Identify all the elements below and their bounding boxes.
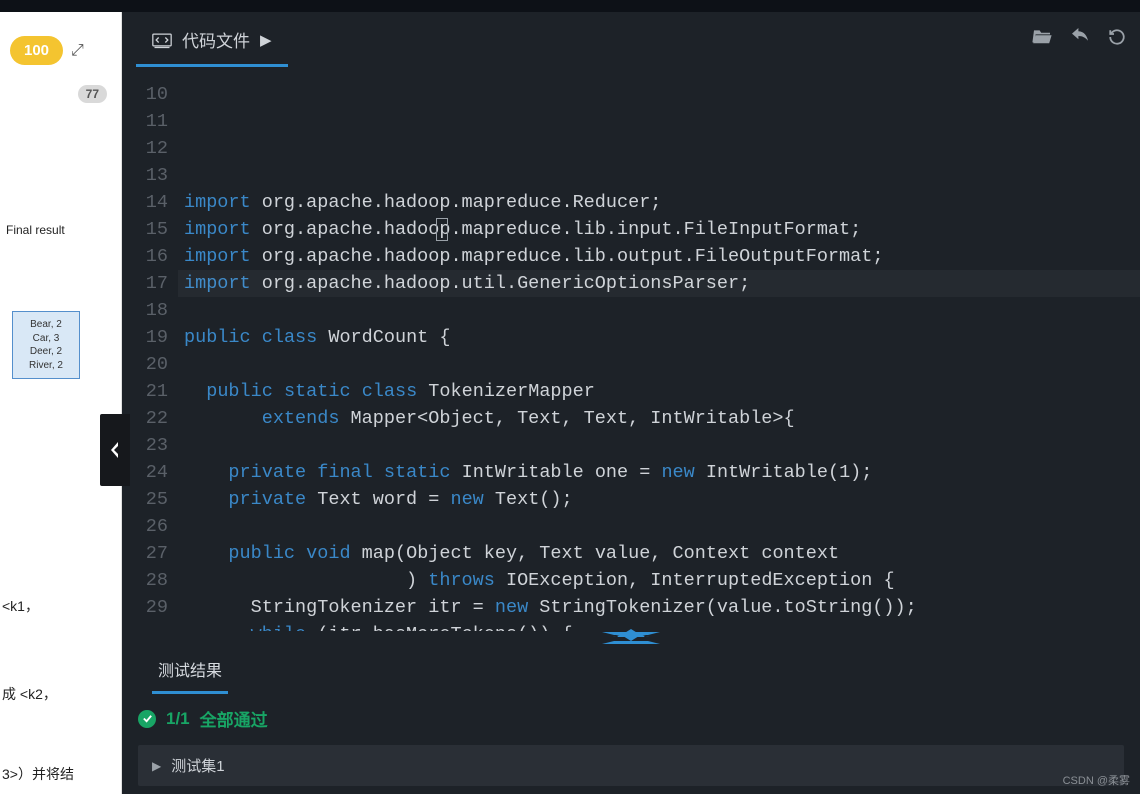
code-content[interactable]: import org.apache.hadoop.mapreduce.Reduc… — [178, 67, 1140, 631]
tab-test-results[interactable]: 测试结果 — [152, 649, 228, 694]
problem-text-fragment: 成 <k2， — [0, 674, 121, 714]
final-result-label: Final result — [0, 219, 121, 241]
tab-label: 代码文件 — [182, 27, 250, 52]
comment-count-badge[interactable]: 77 — [78, 85, 107, 103]
chevron-right-icon: ▶ — [152, 759, 161, 773]
folder-open-icon[interactable] — [1032, 28, 1052, 51]
diagram-box: Bear, 2 Car, 3 Deer, 2 River, 2 — [12, 311, 80, 379]
expand-icon[interactable]: ⤢ — [71, 42, 84, 60]
results-status-text: 全部通过 — [200, 706, 268, 731]
collapse-handle[interactable] — [100, 414, 130, 486]
diagram-row: Bear, 2 — [15, 318, 77, 332]
diagram-row: Car, 3 — [15, 332, 77, 346]
diagram-row: Deer, 2 — [15, 345, 77, 359]
chevron-right-icon: ▶ — [260, 31, 272, 49]
problem-text-fragment: 3>）并将结 — [0, 754, 121, 794]
undo-icon[interactable] — [1070, 28, 1090, 51]
results-status: 1/1 全部通过 — [122, 694, 1140, 745]
panel-splitter[interactable] — [122, 631, 1140, 639]
results-panel: 测试结果 1/1 全部通过 ▶ 测试集1 — [122, 639, 1140, 794]
score-badge: 100 — [10, 36, 63, 65]
diagram-row: River, 2 — [15, 359, 77, 373]
editor-area: 代码文件 ▶ 101112131415161718192021222324252… — [122, 12, 1140, 794]
splitter-grip-icon — [611, 629, 651, 641]
test-set-row[interactable]: ▶ 测试集1 — [138, 745, 1124, 786]
editor-tab-bar: 代码文件 ▶ — [122, 12, 1140, 67]
window-top-strip — [0, 0, 1140, 12]
chevron-left-icon — [109, 442, 121, 458]
watermark: CSDN @柔雾 — [1063, 772, 1130, 788]
code-editor[interactable]: 1011121314151617181920212223242526272829… — [122, 67, 1140, 631]
code-file-icon — [152, 31, 172, 49]
line-gutter: 1011121314151617181920212223242526272829 — [122, 67, 178, 631]
results-count: 1/1 — [166, 709, 190, 729]
test-set-label: 测试集1 — [171, 755, 224, 776]
main-columns: 100 ⤢ 77 Final result Bear, 2 Car, 3 Dee… — [0, 12, 1140, 794]
problem-panel: 100 ⤢ 77 Final result Bear, 2 Car, 3 Dee… — [0, 12, 122, 794]
cursor-indicator — [436, 218, 448, 241]
check-circle-icon — [138, 710, 156, 728]
problem-text-fragment: <k1， — [0, 586, 121, 626]
refresh-icon[interactable] — [1108, 28, 1126, 51]
tab-code-file[interactable]: 代码文件 ▶ — [136, 17, 288, 67]
